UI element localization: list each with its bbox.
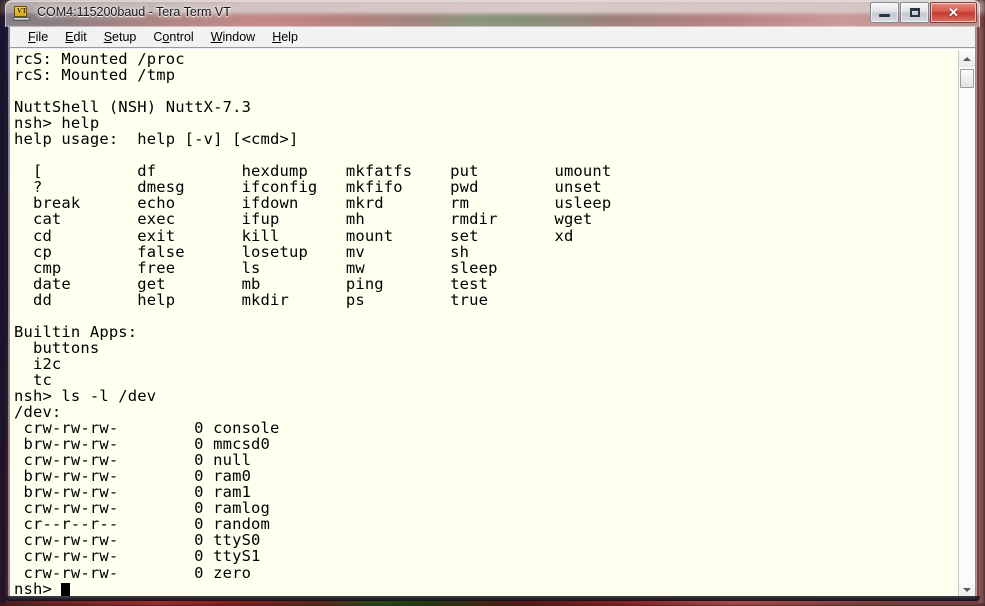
scroll-down-icon <box>963 587 971 592</box>
close-icon: ✕ <box>948 4 959 20</box>
window-left-border <box>0 27 6 603</box>
terminal-cursor <box>61 582 71 596</box>
terminal-output: rcS: Mounted /proc rcS: Mounted /tmp Nut… <box>14 50 612 598</box>
window-titlebar[interactable]: VT COM4:115200baud - Tera Term VT ✕ <box>5 0 980 27</box>
menu-edit[interactable]: Edit <box>57 28 96 46</box>
menu-setup[interactable]: Setup <box>96 28 146 46</box>
menu-file[interactable]: File <box>20 28 57 46</box>
maximize-icon <box>901 3 928 22</box>
tera-term-vt-icon: VT <box>13 6 30 22</box>
scrollbar-thumb[interactable] <box>960 69 974 88</box>
tera-term-window: VT COM4:115200baud - Tera Term VT ✕ File… <box>0 0 985 603</box>
terminal-screen[interactable]: rcS: Mounted /proc rcS: Mounted /tmp Nut… <box>10 50 958 598</box>
window-right-border <box>979 27 985 603</box>
terminal-scrollbar[interactable] <box>958 50 975 598</box>
menu-help[interactable]: Help <box>264 28 307 46</box>
window-title: COM4:115200baud - Tera Term VT <box>37 5 231 19</box>
window-client-area: File Edit Setup Control Window Help rcS:… <box>9 27 976 599</box>
scrollbar-track[interactable] <box>959 67 975 581</box>
minimize-icon <box>871 3 898 22</box>
menu-window[interactable]: Window <box>203 28 264 46</box>
close-button[interactable]: ✕ <box>930 2 977 23</box>
menu-control[interactable]: Control <box>145 28 202 46</box>
maximize-button[interactable] <box>900 2 929 23</box>
window-bottom-border <box>5 596 980 601</box>
app-icon-label: VT <box>17 7 27 15</box>
window-controls: ✕ <box>869 2 977 23</box>
scroll-up-icon <box>963 56 971 61</box>
menu-bar: File Edit Setup Control Window Help <box>10 27 975 48</box>
minimize-button[interactable] <box>870 2 899 23</box>
terminal-region: rcS: Mounted /proc rcS: Mounted /tmp Nut… <box>10 49 975 598</box>
scroll-up-button[interactable] <box>959 50 975 67</box>
